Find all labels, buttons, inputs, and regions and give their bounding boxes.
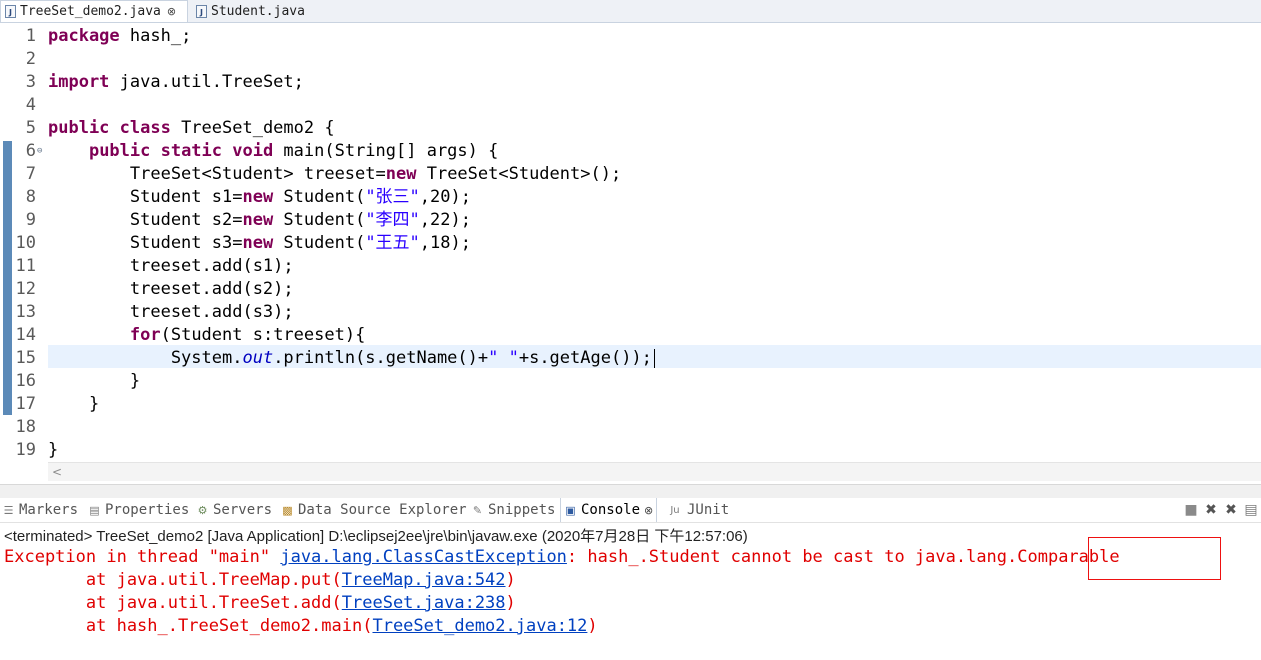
view-tab-bar: ☰ Markers ▤ Properties ⚙ Servers ▩ Data … <box>0 498 1261 523</box>
source-link[interactable]: TreeMap.java:542 <box>342 570 506 590</box>
properties-icon: ▤ <box>89 503 100 517</box>
tab-treeset-demo2[interactable]: J TreeSet_demo2.java ⊗ <box>0 0 188 22</box>
code-line: Student s2=new Student("李四",22); <box>48 210 471 230</box>
line-number: 2 <box>25 49 36 69</box>
code-line: } <box>48 371 141 391</box>
line-number: 9 <box>25 210 36 230</box>
tab-data-source-explorer[interactable]: ▩ Data Source Explorer <box>281 498 467 522</box>
clear-console-icon[interactable]: ▤ <box>1241 502 1261 518</box>
remove-all-terminated-icon[interactable]: ✖ <box>1221 502 1241 518</box>
tab-properties[interactable]: ▤ Properties <box>88 498 189 522</box>
tab-console[interactable]: ▣ Console ⊗ <box>560 498 658 522</box>
tab-label: Markers <box>19 502 79 518</box>
tab-label: Servers <box>213 502 273 518</box>
tab-servers[interactable]: ⚙ Servers <box>196 498 272 522</box>
console-toolbar: ■ ✖ ✖ ▤ <box>1181 498 1261 522</box>
line-number: 8 <box>25 187 36 207</box>
line-number: 1 <box>25 26 36 46</box>
stack-trace-line: at hash_.TreeSet_demo2.main(TreeSet_demo… <box>4 616 598 636</box>
close-icon[interactable]: ⊗ <box>644 504 653 517</box>
java-file-icon: J <box>5 5 16 18</box>
line-number: 17 <box>15 394 36 414</box>
terminate-icon[interactable]: ■ <box>1181 502 1201 518</box>
tab-markers[interactable]: ☰ Markers <box>2 498 78 522</box>
code-line: } <box>48 440 59 460</box>
line-number: 18 <box>15 417 36 437</box>
junit-icon: Ju <box>670 504 680 516</box>
tab-label: JUnit <box>687 502 730 518</box>
line-number: 4 <box>25 95 36 115</box>
tab-junit[interactable]: Ju JUnit <box>667 498 729 522</box>
editor-tab-bar: J TreeSet_demo2.java ⊗ J Student.java <box>0 0 1261 23</box>
tab-student[interactable]: J Student.java <box>192 0 322 22</box>
exception-class-link[interactable]: java.lang.ClassCastException <box>280 547 567 567</box>
source-link[interactable]: TreeSet.java:238 <box>342 593 506 613</box>
line-number: 14 <box>15 325 36 345</box>
code-editor[interactable]: 1 2 3 4 5 6 7 8 9 10 11 12 13 14 15 16 1… <box>0 23 1261 482</box>
highlight-annotation-box <box>1088 537 1221 580</box>
code-line: package hash_; <box>48 26 192 46</box>
line-number: 7 <box>25 164 36 184</box>
line-number: 5 <box>25 118 36 138</box>
line-number: 16 <box>15 371 36 391</box>
fold-collapse-icon[interactable]: ⊖ <box>37 140 42 163</box>
pane-divider[interactable] <box>0 484 1261 499</box>
code-line: Student s1=new Student("张三",20); <box>48 187 471 207</box>
servers-icon: ⚙ <box>197 503 208 517</box>
tab-label: Student.java <box>211 3 305 19</box>
line-number: 12 <box>15 279 36 299</box>
code-line: System.out.println(s.getName()+" "+s.get… <box>48 347 655 370</box>
code-line: } <box>48 394 100 414</box>
exception-line: Exception in thread "main" java.lang.Cla… <box>4 547 1120 567</box>
line-number: 13 <box>15 302 36 322</box>
snippets-icon: ✎ <box>472 503 483 517</box>
code-line: Student s3=new Student("王五",18); <box>48 233 471 253</box>
markers-icon: ☰ <box>3 503 14 517</box>
line-number: 19 <box>15 440 36 460</box>
console-output[interactable]: <terminated> TreeSet_demo2 [Java Applica… <box>0 523 1261 660</box>
console-icon: ▣ <box>565 503 576 517</box>
method-range-indicator <box>3 141 12 415</box>
line-number: 10 <box>15 233 36 253</box>
code-line: treeset.add(s3); <box>48 302 294 322</box>
stack-trace-line: at java.util.TreeSet.add(TreeSet.java:23… <box>4 593 516 613</box>
line-number: 11 <box>15 256 36 276</box>
tab-snippets[interactable]: ✎ Snippets <box>471 498 556 522</box>
stack-trace-line: at java.util.TreeMap.put(TreeMap.java:54… <box>4 570 516 590</box>
code-line: TreeSet<Student> treeset=new TreeSet<Stu… <box>48 164 622 184</box>
code-line: treeset.add(s1); <box>48 256 294 276</box>
horizontal-scrollbar[interactable]: < <box>48 462 1261 481</box>
tab-label: Snippets <box>488 502 556 518</box>
text-caret <box>653 348 655 368</box>
tab-label: Console <box>581 502 641 518</box>
code-line: public class TreeSet_demo2 { <box>48 118 335 138</box>
remove-launch-icon[interactable]: ✖ <box>1201 502 1221 518</box>
code-line: public static void main(String[] args) { <box>88 141 499 161</box>
java-file-icon: J <box>196 4 207 18</box>
close-icon[interactable]: ⊗ <box>167 5 176 18</box>
console-status: <terminated> TreeSet_demo2 [Java Applica… <box>4 528 748 545</box>
code-line: import java.util.TreeSet; <box>48 72 304 92</box>
code-line: for(Student s:treeset){ <box>129 325 366 345</box>
line-number: 3 <box>25 72 36 92</box>
code-line: treeset.add(s2); <box>48 279 294 299</box>
line-number: 6 <box>25 141 36 161</box>
tab-label: Properties <box>105 502 190 518</box>
scroll-left-icon[interactable]: < <box>52 463 62 481</box>
tab-label: Data Source Explorer <box>298 502 467 518</box>
data-source-icon: ▩ <box>282 503 293 517</box>
line-number: 15 <box>15 348 36 368</box>
tab-label: TreeSet_demo2.java <box>20 4 161 19</box>
source-link[interactable]: TreeSet_demo2.java:12 <box>372 616 587 636</box>
